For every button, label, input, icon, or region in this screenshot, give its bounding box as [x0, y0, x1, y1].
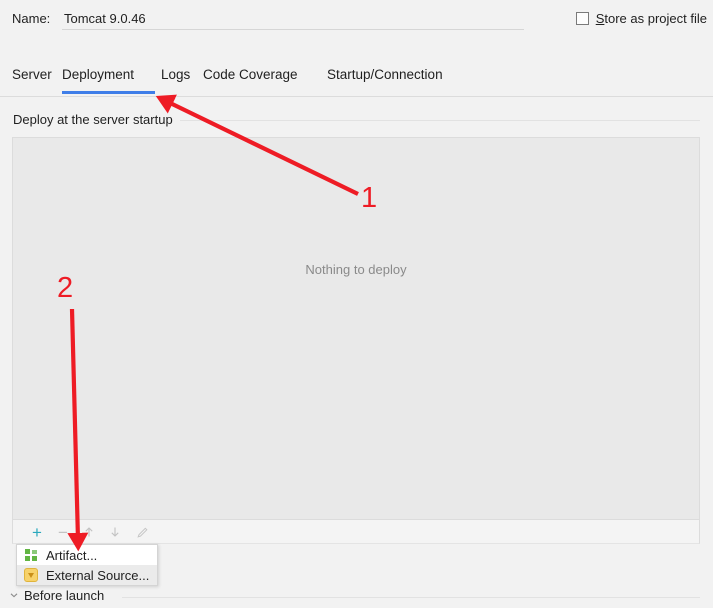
tab-server[interactable]: Server	[12, 58, 57, 94]
move-down-button	[105, 522, 125, 542]
menu-item-external-source-label: External Source...	[46, 567, 150, 583]
arrow-up-icon	[85, 527, 93, 537]
minus-icon: −	[58, 522, 68, 542]
name-label: Name:	[12, 11, 51, 26]
store-label-rest: tore as project file	[604, 11, 707, 26]
deploy-toolbar: + −	[12, 520, 700, 544]
tab-startup-connection[interactable]: Startup/Connection	[327, 58, 470, 94]
before-launch-row[interactable]: Before launch	[0, 586, 713, 608]
add-button[interactable]: +	[27, 522, 47, 542]
deploy-list-panel[interactable]: Nothing to deploy	[12, 137, 700, 520]
menu-item-external-source[interactable]: External Source...	[17, 565, 157, 585]
tab-separator	[0, 96, 713, 97]
edit-button	[132, 522, 152, 542]
arrow-down-icon	[111, 527, 119, 537]
deploy-section-label: Deploy at the server startup	[13, 112, 180, 127]
pencil-icon	[136, 527, 148, 538]
tab-logs[interactable]: Logs	[161, 58, 196, 94]
artifact-icon	[24, 548, 38, 562]
plus-icon: +	[32, 522, 42, 542]
menu-item-artifact-label: Artifact...	[46, 547, 98, 563]
name-input[interactable]	[62, 8, 524, 30]
remove-button: −	[53, 522, 73, 542]
before-launch-rule	[122, 597, 700, 598]
name-row: Name: Store as project file	[0, 0, 713, 40]
chevron-down-glyph	[10, 593, 18, 598]
store-as-project-file-checkbox-group[interactable]: Store as project file	[575, 11, 707, 26]
before-launch-label: Before launch	[24, 588, 105, 603]
tab-code-coverage[interactable]: Code Coverage	[203, 58, 320, 94]
store-as-project-file-label: Store as project file	[596, 11, 707, 26]
external-source-icon	[24, 568, 38, 582]
tab-bar: Server Deployment Logs Code Coverage Sta…	[0, 58, 713, 96]
add-deployment-menu[interactable]: Artifact... External Source...	[16, 544, 158, 586]
store-as-project-file-checkbox[interactable]	[575, 12, 589, 25]
nothing-to-deploy-text: Nothing to deploy	[305, 262, 407, 277]
move-up-button	[79, 522, 99, 542]
tab-deployment[interactable]: Deployment	[62, 58, 155, 94]
menu-item-artifact[interactable]: Artifact...	[17, 545, 157, 565]
chevron-down-icon[interactable]	[8, 590, 20, 602]
